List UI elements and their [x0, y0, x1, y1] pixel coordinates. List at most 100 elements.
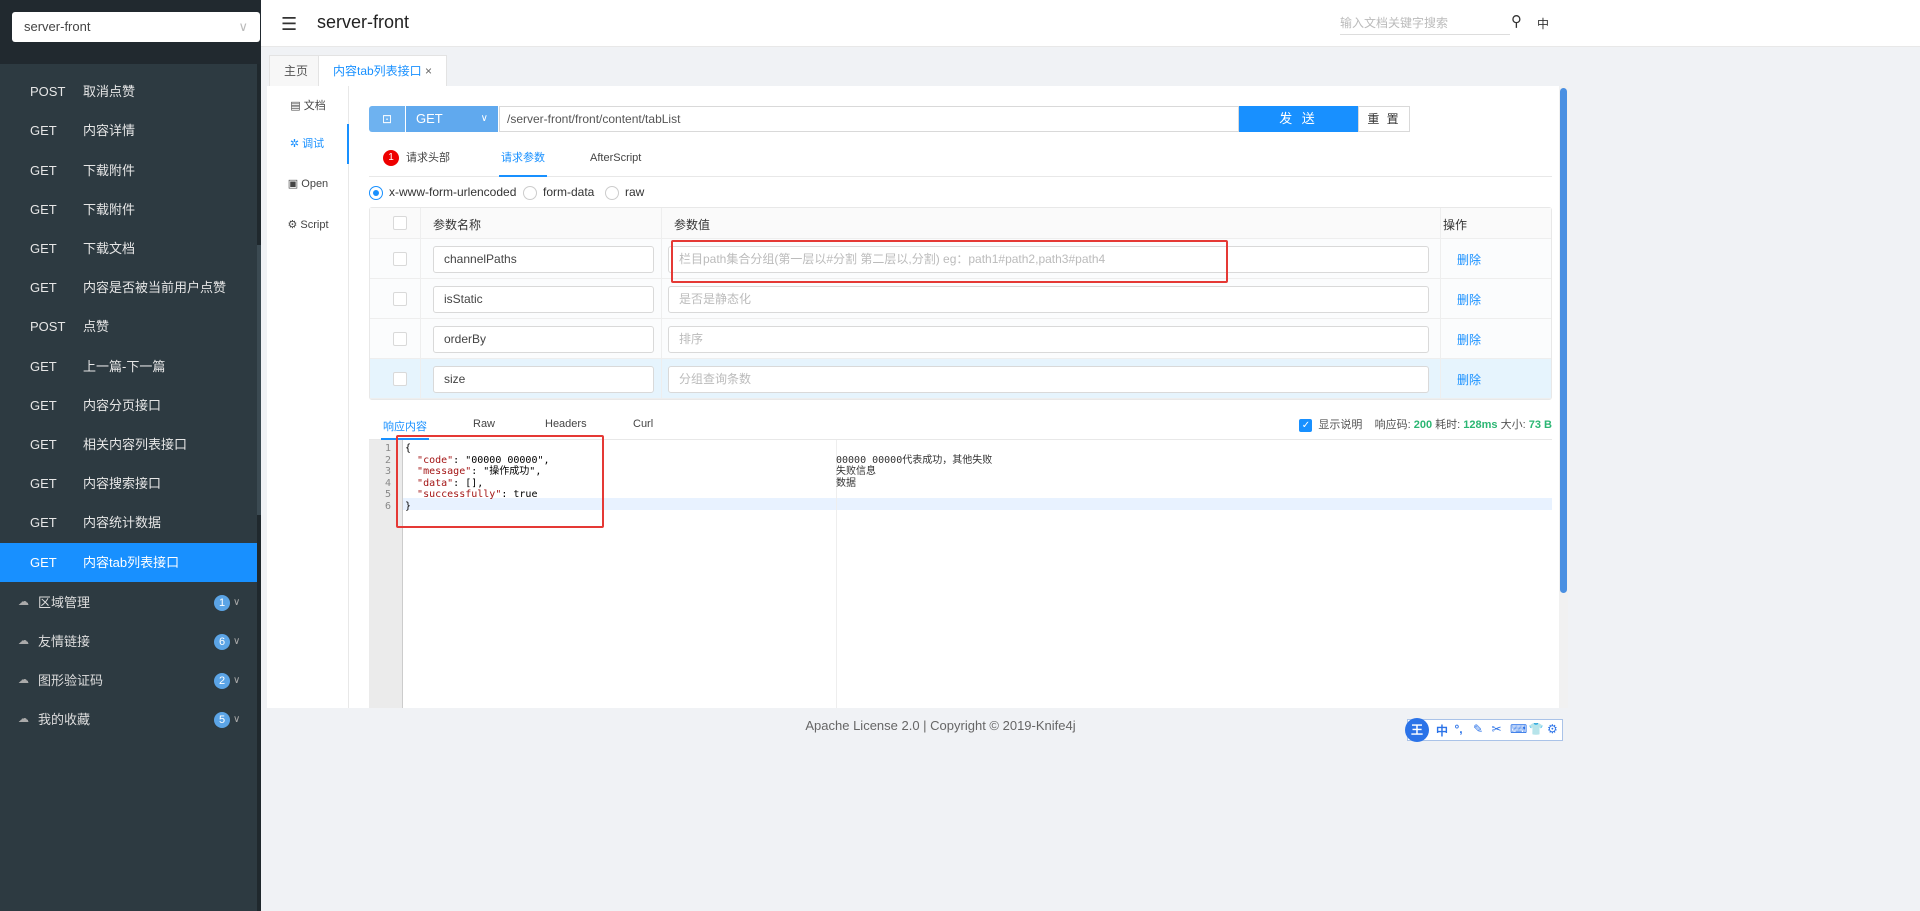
- sidebar-item[interactable]: GET 内容是否被当前用户点赞: [0, 268, 257, 307]
- sidebar-scrollbar-thumb[interactable]: [257, 245, 261, 515]
- project-select[interactable]: server-front ∨: [12, 12, 260, 42]
- http-method: GET: [30, 554, 57, 570]
- params-table: 参数名称 参数值 操作 channelPaths 栏目path集合分组(第一层以#…: [369, 207, 1552, 400]
- sidebar-item[interactable]: GET 内容搜索接口: [0, 464, 257, 503]
- param-value-input[interactable]: 排序: [668, 326, 1429, 353]
- ime-keyboard-icon[interactable]: ⌨: [1510, 722, 1527, 736]
- cloud-icon: ☁: [18, 674, 29, 686]
- group-label: 图形验证码: [38, 673, 104, 688]
- sidebar-item-label: 点赞: [83, 319, 110, 335]
- line-number: 6: [384, 500, 391, 512]
- tab-label: 主页: [284, 64, 309, 78]
- field-description: 00000 00000代表成功，其他失败: [836, 454, 993, 466]
- line-number: 4: [384, 477, 391, 489]
- response-status: ✓ 显示说明 响应码: 200 耗时: 128ms 大小: 73 B: [1299, 416, 1552, 432]
- param-name-input[interactable]: isStatic: [433, 286, 654, 313]
- sidebar-item-label: 内容tab列表接口: [83, 554, 180, 570]
- delete-link[interactable]: 删除: [1457, 371, 1481, 388]
- ime-logo[interactable]: 王: [1405, 718, 1429, 742]
- sidebar-item[interactable]: GET 上一篇-下一篇: [0, 347, 257, 386]
- nav-doc[interactable]: ▤ 文档: [267, 86, 349, 126]
- sidebar-item[interactable]: GET 内容统计数据: [0, 503, 257, 542]
- radio-raw[interactable]: raw: [605, 184, 644, 200]
- radio-urlencoded[interactable]: x-www-form-urlencoded: [369, 184, 516, 200]
- ime-chinese-icon[interactable]: 中: [1436, 722, 1448, 739]
- row-checkbox[interactable]: [393, 372, 407, 386]
- row-checkbox[interactable]: [393, 252, 407, 266]
- radio-label: form-data: [543, 185, 595, 199]
- line-number: 3: [384, 466, 391, 477]
- method-select[interactable]: GET ∨: [406, 106, 498, 132]
- tab-curl[interactable]: Curl: [633, 418, 653, 440]
- delete-link[interactable]: 删除: [1457, 291, 1481, 308]
- table-header: 参数名称 参数值 操作: [370, 208, 1551, 239]
- group-label: 区域管理: [38, 595, 91, 610]
- select-all-checkbox[interactable]: [393, 216, 407, 230]
- sidebar-item-label: 取消点赞: [83, 84, 136, 100]
- sidebar-item[interactable]: GET 内容分页接口: [0, 386, 257, 425]
- show-desc-label: 显示说明: [1318, 419, 1363, 431]
- delete-link[interactable]: 删除: [1457, 251, 1481, 268]
- nav-debug[interactable]: ✲ 调试: [267, 124, 349, 164]
- ime-skin-icon[interactable]: 👕: [1529, 722, 1544, 736]
- sidebar-item[interactable]: POST 点赞: [0, 307, 257, 346]
- sidebar-item-label: 内容详情: [83, 123, 136, 139]
- tab-afterscript[interactable]: AfterScript: [590, 144, 641, 177]
- show-desc-checkbox[interactable]: ✓: [1299, 418, 1313, 432]
- lock-icon[interactable]: ⊡: [369, 106, 405, 132]
- sidebar-item-label: 下载文档: [83, 241, 136, 256]
- menu-collapse-icon[interactable]: ☰: [281, 14, 297, 35]
- cloud-icon: ☁: [18, 713, 29, 725]
- sidebar-item[interactable]: GET 内容tab列表接口: [0, 542, 257, 582]
- line-number: 5: [384, 489, 391, 500]
- reset-button[interactable]: 重 置: [1358, 106, 1410, 132]
- row-checkbox[interactable]: [393, 292, 407, 306]
- search-input[interactable]: 输入文档关键字搜索: [1340, 13, 1510, 35]
- sidebar-item[interactable]: POST 取消点赞: [0, 72, 257, 111]
- sidebar-item[interactable]: GET 下载附件: [0, 151, 257, 190]
- http-method: GET: [30, 280, 57, 296]
- content-scrollbar-thumb[interactable]: [1560, 88, 1567, 593]
- param-name-input[interactable]: size: [433, 366, 654, 393]
- nav-script[interactable]: ⚙ Script: [267, 205, 349, 245]
- sidebar-item-label: 内容是否被当前用户点赞: [83, 280, 227, 296]
- ime-pen-icon[interactable]: ✎: [1473, 722, 1483, 736]
- ime-punctuation-icon[interactable]: °,: [1455, 722, 1463, 736]
- ime-scissors-icon[interactable]: ✂: [1492, 722, 1502, 736]
- tab-request-headers[interactable]: 请求头部: [406, 144, 450, 177]
- radio-form-data[interactable]: form-data: [523, 184, 594, 200]
- sidebar-item[interactable]: GET 内容详情: [0, 111, 257, 150]
- sidebar-group[interactable]: ☁ 区域管理 1 ∨: [0, 583, 257, 622]
- language-switch[interactable]: 中: [1537, 15, 1549, 32]
- sidebar-item[interactable]: GET 相关内容列表接口: [0, 425, 257, 464]
- nav-open[interactable]: ▣ Open: [267, 164, 349, 204]
- delete-link[interactable]: 删除: [1457, 331, 1481, 348]
- param-value-input[interactable]: 分组查询条数: [668, 366, 1429, 393]
- close-icon[interactable]: ×: [425, 64, 432, 78]
- nav-label: Script: [300, 219, 329, 231]
- send-button[interactable]: 发 送: [1239, 106, 1358, 132]
- sidebar-group[interactable]: ☁ 图形验证码 2 ∨: [0, 661, 257, 700]
- param-value-input[interactable]: 是否是静态化: [668, 286, 1429, 313]
- sidebar-group[interactable]: ☁ 我的收藏 5 ∨: [0, 700, 257, 739]
- param-name-input[interactable]: channelPaths: [433, 246, 654, 273]
- http-method: POST: [30, 84, 66, 100]
- tab-request-params[interactable]: 请求参数: [499, 144, 547, 177]
- sidebar-item[interactable]: GET 下载文档: [0, 229, 257, 268]
- url-input[interactable]: /server-front/front/content/tabList: [499, 106, 1239, 132]
- sidebar-top: server-front ∨: [0, 0, 261, 64]
- header: ☰ server-front 输入文档关键字搜索 ⚲ 中: [261, 0, 1920, 47]
- sidebar-item[interactable]: GET 下载附件: [0, 190, 257, 229]
- method-value: GET: [416, 111, 443, 126]
- sidebar-group[interactable]: ☁ 友情链接 6 ∨: [0, 622, 257, 661]
- search-icon[interactable]: ⚲: [1511, 12, 1522, 30]
- response-time: 128ms: [1463, 419, 1498, 431]
- row-checkbox[interactable]: [393, 332, 407, 346]
- sidebar-item-label: 上一篇-下一篇: [83, 358, 166, 374]
- param-name-input[interactable]: orderBy: [433, 326, 654, 353]
- footer: Apache License 2.0 | Copyright © 2019-Kn…: [805, 718, 1076, 733]
- ime-settings-icon[interactable]: ⚙: [1547, 722, 1558, 736]
- project-select-value: server-front: [24, 19, 91, 34]
- tab-content-tablist[interactable]: 内容tab列表接口 ×: [318, 55, 448, 87]
- tab-home[interactable]: 主页: [269, 55, 324, 87]
